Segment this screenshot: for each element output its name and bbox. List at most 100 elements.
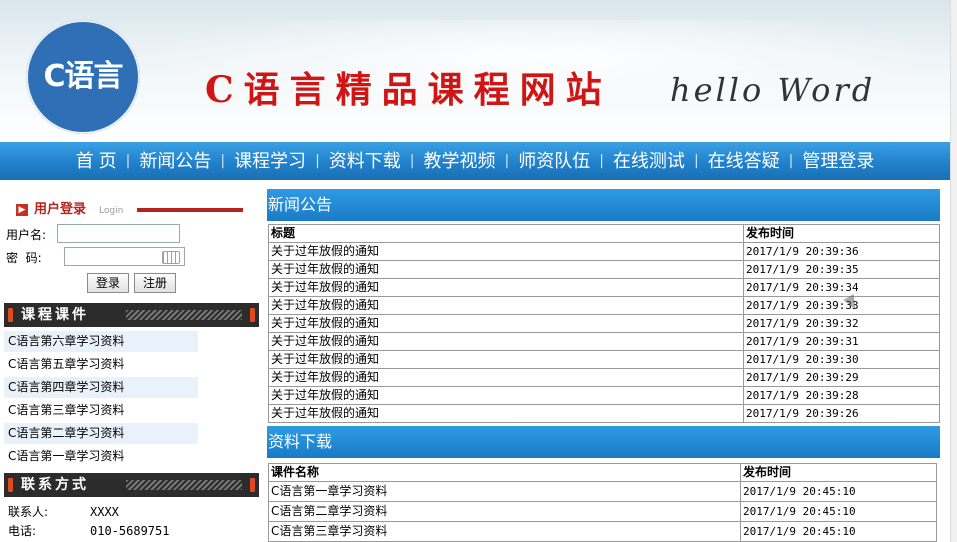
table-row: 关于过年放假的通知 2017/1/9 20:39:33 <box>268 296 940 315</box>
login-header-divider <box>137 208 243 212</box>
login-header: ▶ 用户登录 Login <box>16 200 246 220</box>
nav-item-downloads[interactable]: 资料下载 <box>329 142 401 180</box>
news-panel-header: 新闻公告 <box>267 189 940 221</box>
news-time: 2017/1/9 20:39:30 <box>743 350 940 369</box>
login-button[interactable]: 登录 <box>87 273 129 293</box>
news-title-link[interactable]: 关于过年放假的通知 <box>268 242 744 261</box>
table-row: 关于过年放假的通知 2017/1/9 20:39:30 <box>268 350 940 369</box>
header-tab-left <box>8 478 13 492</box>
download-time: 2017/1/9 20:45:10 <box>740 481 937 502</box>
contact-header: 联系方式 <box>4 473 259 497</box>
username-label: 用户名: <box>6 228 47 242</box>
table-header-row: 课件名称 发布时间 <box>268 463 937 482</box>
news-title-link[interactable]: 关于过年放假的通知 <box>268 332 744 351</box>
nav-separator: | <box>599 153 604 169</box>
header-stripes <box>126 310 242 320</box>
news-time: 2017/1/9 20:39:29 <box>743 368 940 387</box>
courseware-item[interactable]: C语言第二章学习资料 <box>4 423 198 444</box>
nav-item-course-study[interactable]: 课程学习 <box>234 142 306 180</box>
table-row: 关于过年放假的通知 2017/1/9 20:39:32 <box>268 314 940 333</box>
table-row: 关于过年放假的通知 2017/1/9 20:39:26 <box>268 404 940 423</box>
left-sidebar: ▶ 用户登录 Login 用户名: 密 码: 登录 注册 课程课件 C语言第六章… <box>0 190 265 542</box>
courseware-item[interactable]: C语言第六章学习资料 <box>4 331 198 352</box>
keyboard-icon[interactable] <box>162 251 180 264</box>
nav-separator: | <box>315 153 320 169</box>
nav-item-news[interactable]: 新闻公告 <box>139 142 211 180</box>
nav-separator: | <box>409 153 415 169</box>
arrow-right-icon: ▶ <box>16 204 28 216</box>
download-time: 2017/1/9 20:45:10 <box>740 521 937 542</box>
header-stripes <box>126 480 242 490</box>
courseware-title: 课程课件 <box>21 307 89 323</box>
table-row: 关于过年放假的通知 2017/1/9 20:39:31 <box>268 332 940 351</box>
news-title-link[interactable]: 关于过年放假的通知 <box>268 314 744 333</box>
news-title-link[interactable]: 关于过年放假的通知 <box>268 278 744 297</box>
nav-item-faculty[interactable]: 师资队伍 <box>518 142 590 180</box>
downloads-table: 课件名称 发布时间 C语言第一章学习资料 2017/1/9 20:45:10 C语… <box>268 463 937 542</box>
news-title-link[interactable]: 关于过年放假的通知 <box>268 350 744 369</box>
nav-separator: | <box>504 153 510 169</box>
contact-row: 电话: 010-5689751 <box>8 523 169 539</box>
news-title-link[interactable]: 关于过年放假的通知 <box>268 296 744 315</box>
news-title-link[interactable]: 关于过年放假的通知 <box>268 386 744 405</box>
courseware-item[interactable]: C语言第一章学习资料 <box>4 446 198 467</box>
courseware-item[interactable]: C语言第三章学习资料 <box>4 400 198 421</box>
page-scrollbar[interactable] <box>950 0 957 542</box>
nav-item-online-qa[interactable]: 在线答疑 <box>708 142 780 180</box>
header-tab-left <box>8 308 13 322</box>
main-nav: 首 页 | 新闻公告 | 课程学习 | 资料下载 | 教学视频 | 师资队伍 |… <box>0 142 950 180</box>
courseware-item[interactable]: C语言第四章学习资料 <box>4 377 198 398</box>
courseware-item[interactable]: C语言第五章学习资料 <box>4 354 198 375</box>
table-row: 关于过年放假的通知 2017/1/9 20:39:28 <box>268 386 940 405</box>
download-name-link[interactable]: C语言第一章学习资料 <box>268 481 741 502</box>
news-table: 标题 发布时间 关于过年放假的通知 2017/1/9 20:39:36 关于过年放… <box>268 224 940 423</box>
nav-separator: | <box>125 153 131 169</box>
site-logo[interactable]: C语言 <box>26 20 140 134</box>
nav-item-admin-login[interactable]: 管理登录 <box>802 142 874 180</box>
contact-value: XXXX <box>90 505 119 519</box>
news-time: 2017/1/9 20:39:32 <box>743 314 940 333</box>
news-time: 2017/1/9 20:39:34 <box>743 278 940 297</box>
contact-value: 010-5689751 <box>90 524 170 538</box>
column-header: 课件名称 <box>268 463 741 482</box>
news-time: 2017/1/9 20:39:33 <box>743 296 940 315</box>
site-subtitle: hello Word <box>670 71 876 109</box>
register-button[interactable]: 注册 <box>134 273 176 293</box>
news-title-link[interactable]: 关于过年放假的通知 <box>268 404 744 423</box>
news-time: 2017/1/9 20:39:31 <box>743 332 940 351</box>
news-title-link[interactable]: 关于过年放假的通知 <box>268 368 744 387</box>
download-time: 2017/1/9 20:45:10 <box>740 501 937 522</box>
table-row: 关于过年放假的通知 2017/1/9 20:39:34 <box>268 278 940 297</box>
table-row: 关于过年放假的通知 2017/1/9 20:39:29 <box>268 368 940 387</box>
table-row: C语言第二章学习资料 2017/1/9 20:45:10 <box>268 501 937 522</box>
table-row: C语言第一章学习资料 2017/1/9 20:45:10 <box>268 481 937 502</box>
nav-separator: | <box>788 153 794 169</box>
column-header: 发布时间 <box>740 463 937 482</box>
news-time: 2017/1/9 20:39:28 <box>743 386 940 405</box>
header-tab-right <box>250 478 255 492</box>
courseware-header: 课程课件 <box>4 303 259 327</box>
contact-row: 联系人: XXXX <box>8 504 119 520</box>
news-time: 2017/1/9 20:39:35 <box>743 260 940 279</box>
header-banner: C语言 C语言精品课程网站 hello Word <box>0 0 957 142</box>
downloads-panel-header: 资料下载 <box>267 426 940 458</box>
table-row: 关于过年放假的通知 2017/1/9 20:39:36 <box>268 242 940 261</box>
contact-label: 联系人: <box>8 505 49 519</box>
column-header: 发布时间 <box>743 224 940 243</box>
login-title: 用户登录 <box>34 202 87 217</box>
nav-item-videos[interactable]: 教学视频 <box>424 142 496 180</box>
table-header-row: 标题 发布时间 <box>268 224 940 243</box>
nav-separator: | <box>220 153 226 169</box>
site-title: C语言精品课程网站 <box>205 69 612 111</box>
nav-item-online-test[interactable]: 在线测试 <box>613 142 685 180</box>
username-input[interactable] <box>57 224 180 243</box>
password-input[interactable] <box>64 247 185 266</box>
contact-label: 电话: <box>8 524 37 538</box>
nav-item-home[interactable]: 首 页 <box>76 142 117 180</box>
news-title-link[interactable]: 关于过年放假的通知 <box>268 260 744 279</box>
column-header: 标题 <box>268 224 744 243</box>
download-name-link[interactable]: C语言第二章学习资料 <box>268 501 741 522</box>
login-subtitle: Login <box>99 206 124 216</box>
table-row: 关于过年放假的通知 2017/1/9 20:39:35 <box>268 260 940 279</box>
download-name-link[interactable]: C语言第三章学习资料 <box>268 521 741 542</box>
